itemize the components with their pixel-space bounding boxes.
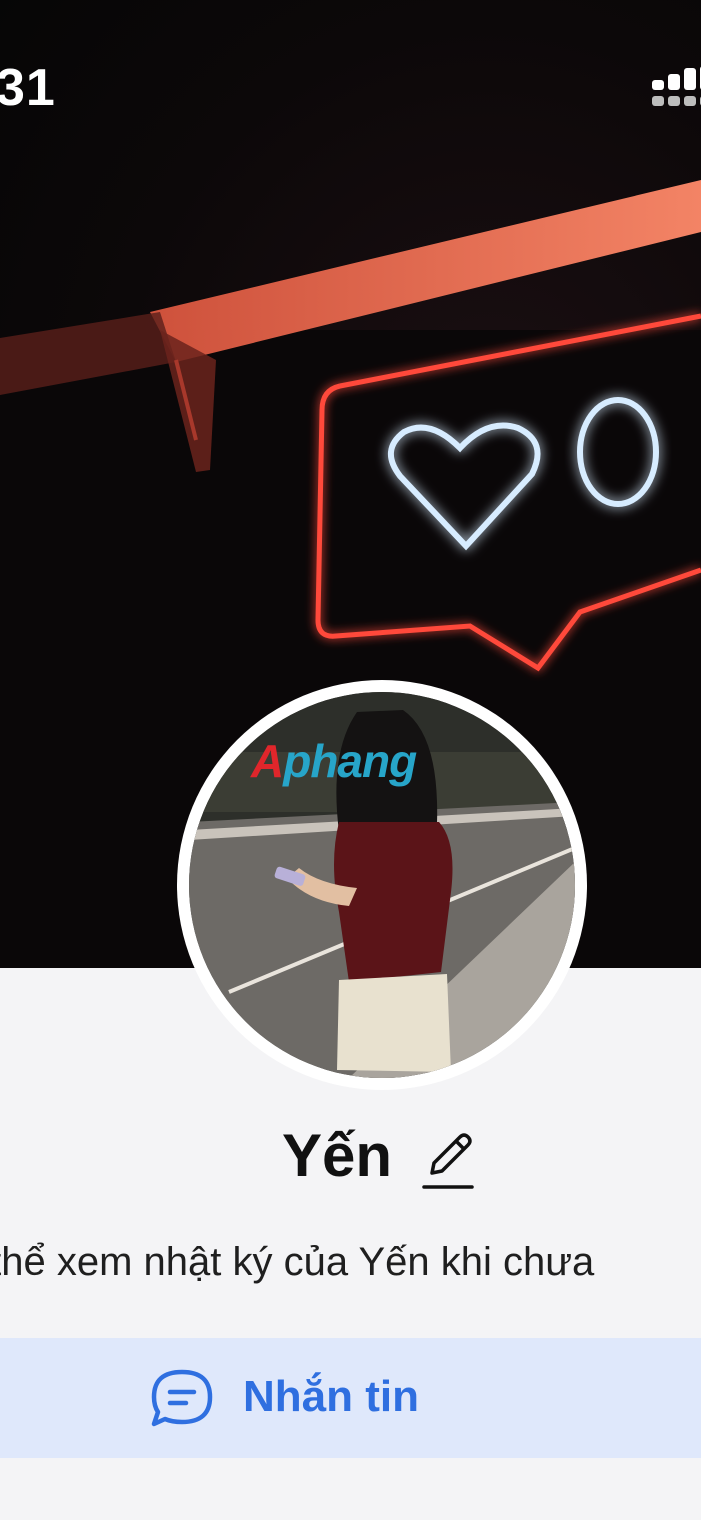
profile-screen: 31 Aphang Yến hể xem nhật ký của Yến khi…: [0, 0, 701, 1520]
profile-name: Yến: [282, 1122, 393, 1189]
status-time: 31: [0, 59, 56, 117]
message-button[interactable]: Nhắn tin: [0, 1338, 701, 1458]
avatar-photo: Aphang: [189, 692, 575, 1078]
watermark: Aphang: [251, 735, 417, 787]
avatar[interactable]: Aphang: [177, 680, 587, 1090]
cellular-signal-icon: [650, 66, 701, 110]
chat-bubble-icon: [148, 1366, 216, 1430]
diary-notice: ưa thể xem nhật ký của Yến khi chưa: [0, 1240, 595, 1284]
profile-name-row: Yến: [0, 1115, 701, 1199]
pencil-icon[interactable]: [420, 1125, 476, 1191]
message-button-label: Nhắn tin: [243, 1372, 419, 1421]
